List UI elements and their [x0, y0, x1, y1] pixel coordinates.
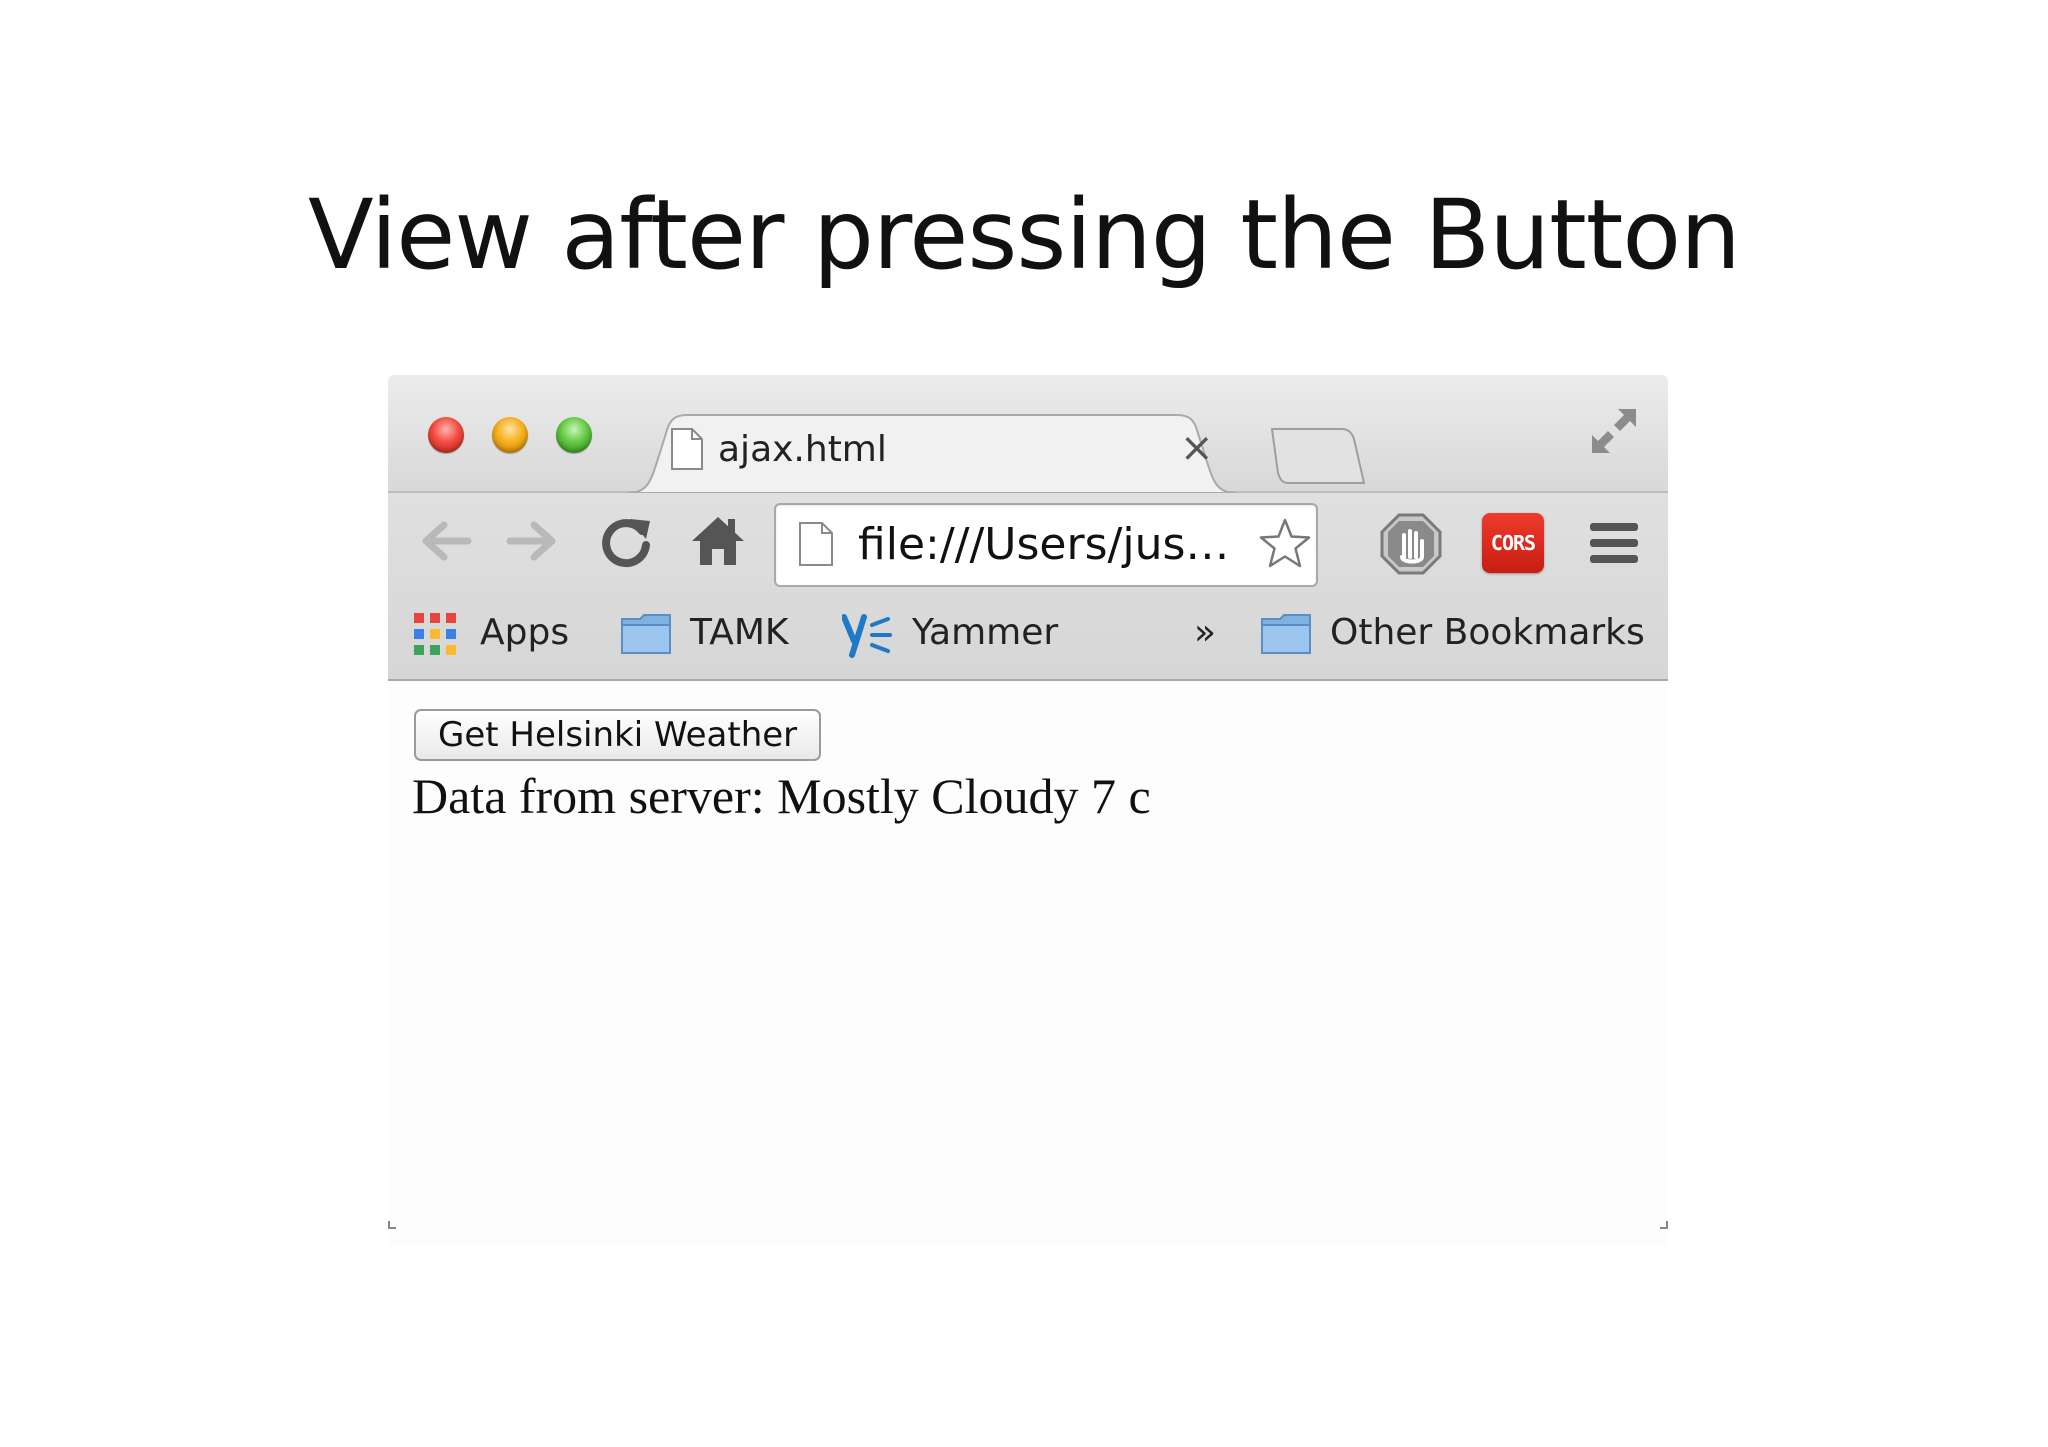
bookmark-yammer[interactable]: Yammer	[841, 605, 1082, 661]
corner-mark	[388, 1221, 396, 1229]
get-weather-button[interactable]: Get Helsinki Weather	[414, 709, 822, 761]
bookmark-label: Apps	[480, 612, 570, 653]
tab-ajax[interactable]: ajax.html ×	[628, 413, 1248, 493]
browser-window: ajax.html × file:///Users/jus… CORS Apps…	[388, 375, 1668, 1245]
forward-arrow-icon[interactable]	[502, 511, 562, 575]
address-text[interactable]: file:///Users/jus…	[858, 517, 1268, 573]
server-response-text: Data from server: Mostly Cloudy 7 c	[412, 768, 1151, 824]
yammer-icon	[841, 613, 892, 676]
slide-title: View after pressing the Button	[308, 179, 1741, 291]
bookmark-label: Other Bookmarks	[1330, 612, 1645, 653]
page-info-icon[interactable]	[798, 521, 834, 571]
reload-icon[interactable]	[596, 511, 656, 575]
bookmarks-overflow-chevron[interactable]: »	[1194, 605, 1234, 661]
tab-strip: ajax.html ×	[388, 375, 1668, 493]
bookmark-star-icon[interactable]	[1258, 517, 1312, 575]
address-bar[interactable]: file:///Users/jus…	[774, 503, 1318, 587]
bookmark-apps[interactable]: Apps	[414, 605, 574, 661]
cors-extension-button[interactable]: CORS	[1482, 513, 1544, 573]
folder-icon	[620, 613, 672, 672]
adblock-stop-icon[interactable]	[1380, 513, 1442, 579]
fullscreen-icon[interactable]	[1588, 405, 1640, 461]
window-minimize-button[interactable]	[492, 417, 528, 453]
menu-icon[interactable]	[1588, 517, 1640, 573]
bookmarks-bar: Apps TAMK Yammer » Other Bookmarks	[388, 593, 1668, 677]
bookmark-other-bookmarks[interactable]: Other Bookmarks	[1260, 605, 1660, 661]
tab-close-icon[interactable]: ×	[1180, 425, 1214, 471]
back-arrow-icon[interactable]	[416, 511, 476, 575]
browser-chrome: ajax.html × file:///Users/jus… CORS Apps…	[388, 375, 1668, 681]
window-maximize-button[interactable]	[556, 417, 592, 453]
new-tab-button[interactable]	[1268, 425, 1368, 491]
tab-title: ajax.html	[718, 429, 887, 470]
bookmark-label: Yammer	[912, 612, 1059, 653]
bookmark-label: TAMK	[690, 612, 789, 653]
navigation-toolbar: file:///Users/jus… CORS	[388, 493, 1668, 593]
page-content: Get Helsinki Weather Data from server: M…	[388, 681, 1668, 1241]
home-icon[interactable]	[688, 511, 748, 575]
folder-icon	[1260, 613, 1312, 672]
apps-grid-icon	[414, 613, 456, 672]
corner-mark	[1660, 1221, 1668, 1229]
bookmark-tamk[interactable]: TAMK	[620, 605, 800, 661]
window-close-button[interactable]	[428, 417, 464, 453]
